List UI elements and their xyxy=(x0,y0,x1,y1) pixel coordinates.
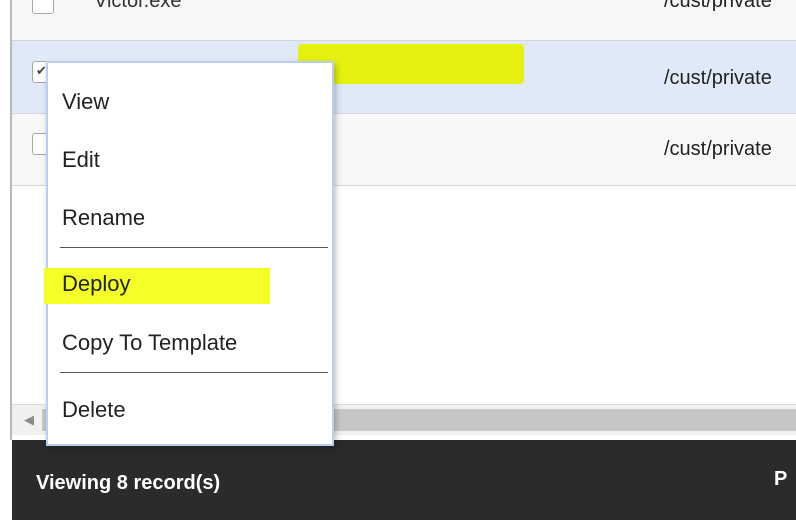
record-count: Viewing 8 record(s) xyxy=(36,472,221,494)
menu-item-copy-to-template[interactable]: Copy To Template xyxy=(62,330,237,356)
menu-item-edit[interactable]: Edit xyxy=(62,147,100,173)
file-grid-window: Victor.exe /cust/private ✔ /cust/private… xyxy=(0,0,796,520)
menu-item-rename[interactable]: Rename xyxy=(62,205,145,231)
grid-footer: Viewing 8 record(s) P xyxy=(12,440,796,520)
context-menu: View Edit Rename Deploy Copy To Template… xyxy=(44,61,334,446)
file-path-cell: /cust/private xyxy=(664,0,772,12)
pager-label: P xyxy=(774,468,788,490)
menu-divider xyxy=(60,247,328,248)
menu-item-delete[interactable]: Delete xyxy=(62,397,126,423)
menu-item-deploy[interactable]: Deploy xyxy=(62,271,130,297)
file-path-cell: /cust/private xyxy=(664,138,772,160)
file-path-cell: /cust/private xyxy=(664,67,772,89)
menu-item-view[interactable]: View xyxy=(62,89,109,115)
file-name-cell: Victor.exe xyxy=(94,0,182,12)
row-checkbox[interactable] xyxy=(32,0,54,14)
menu-divider xyxy=(60,372,328,373)
table-row[interactable]: Victor.exe /cust/private xyxy=(12,0,796,41)
scroll-left-arrow-icon[interactable]: ◀ xyxy=(24,412,34,428)
